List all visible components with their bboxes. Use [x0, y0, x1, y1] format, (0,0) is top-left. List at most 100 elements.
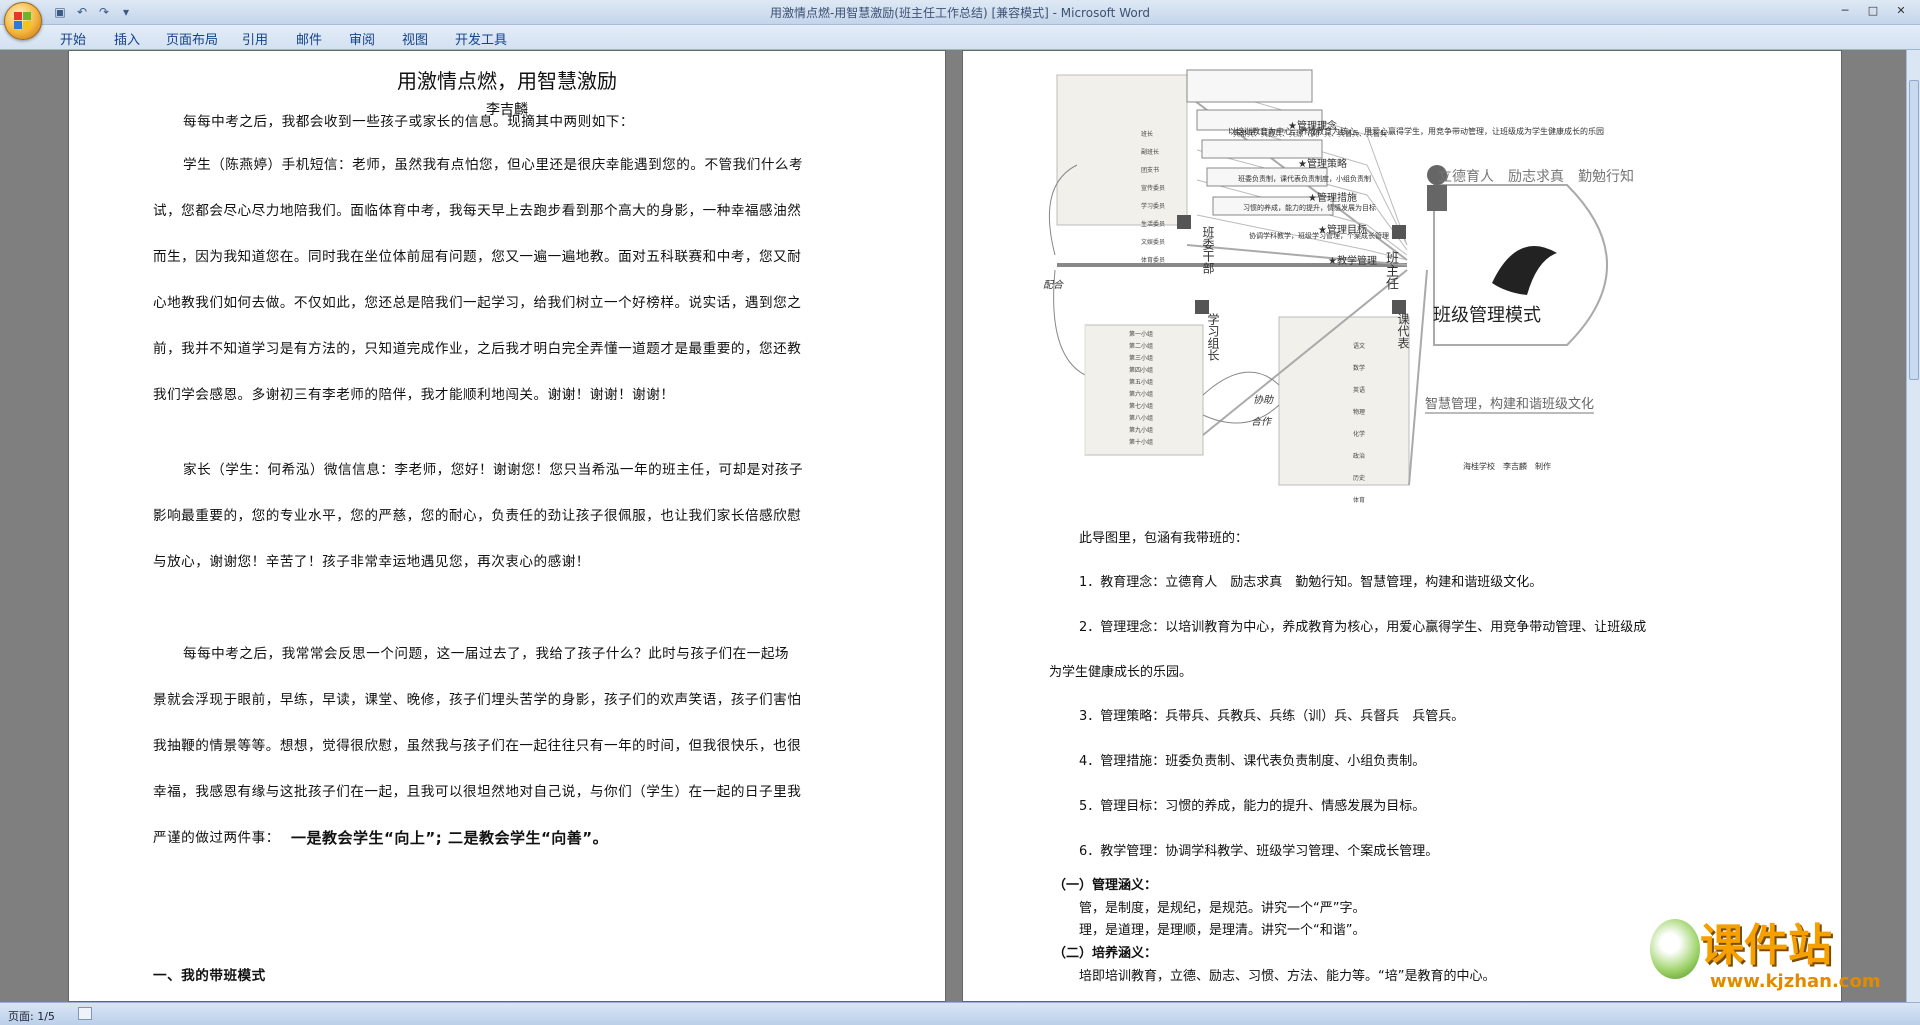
label-group-leaders: 学习组长 — [1206, 313, 1220, 361]
group-label: 第七小组 — [1129, 403, 1154, 410]
tab-insert[interactable]: 插入 — [114, 29, 140, 48]
page-indicator[interactable]: 页面: 1/5 — [8, 1008, 55, 1024]
paragraph-line: 3．管理策略：兵带兵、兵教兵、兵练（训）兵、兵督兵 兵管兵。 — [1079, 709, 1465, 724]
cadre-label: 副班长 — [1141, 149, 1160, 156]
watermark-brand: 课件站 — [1700, 920, 1832, 971]
paragraph-line: 培即培训教育，立德、励志、习惯、方法、能力等。“培”是教育的中心。 — [1079, 969, 1496, 984]
link-label: 协助 — [1253, 395, 1273, 406]
paragraph-line: 与放心，谢谢您！辛苦了！孩子非常幸运地遇见您，再次衷心的感谢！ — [153, 554, 590, 570]
subject-label: 化学 — [1353, 431, 1366, 438]
label-cadres: 班委干部 — [1201, 226, 1215, 274]
subject-label: 物理 — [1353, 409, 1366, 416]
paragraph-line: 管，是制度，是规纪，是规范。讲究一个“严”字。 — [1079, 901, 1366, 916]
document-page-right[interactable]: 以培训教育为中心，养成教育为核心，用爱心赢得学生，用竞争带动管理，让班级成为学生… — [962, 50, 1842, 1002]
credit-text: 海桂学校 李吉麟 制作 — [1463, 462, 1551, 471]
subject-label: 语文 — [1353, 343, 1366, 350]
paragraph-line: 景就会浮现于眼前，早练，早读，课堂、晚修，孩子们埋头苦学的身影，孩子们的欢声笑语… — [153, 692, 802, 708]
measures-note: 班委负责制，课代表负责制度，小组负责制 — [1238, 175, 1371, 183]
paragraph-line: 学生（陈燕婷）手机短信：老师，虽然我有点怕您，但心里还是很庆幸能遇到您的。不管我… — [183, 157, 804, 173]
branch-label: ★管理策略 — [1298, 159, 1347, 170]
vertical-scrollbar[interactable] — [1906, 50, 1920, 1002]
paragraph-line: 家长（学生：何希泓）微信信息：李老师，您好！谢谢您！您只当希泓一年的班主任，可却… — [183, 462, 804, 478]
label-head-teacher: 班主任 — [1383, 251, 1398, 290]
paragraph-line: 我抽鞭的情景等等。想想，觉得很欣慰，虽然我与孩子们在一起往往只有一年的时间，但我… — [153, 738, 802, 754]
status-bar: 页面: 1/5 — [0, 1002, 1920, 1025]
group-label: 第八小组 — [1129, 415, 1154, 422]
tab-mailings[interactable]: 邮件 — [296, 29, 322, 48]
paragraph-line: 前，我并不知道学习是有方法的，只知道完成作业，之后我才明白完全弄懂一道题才是最重… — [153, 341, 802, 357]
proofing-icon[interactable] — [78, 1007, 92, 1020]
watermark-url: www.kjzhan.com — [1710, 971, 1881, 992]
section-heading: （二）培养涵义： — [1053, 946, 1158, 961]
group-label: 第六小组 — [1129, 391, 1154, 398]
paragraph-line: 每每中考之后，我都会收到一些孩子或家长的信息。现摘其中两则如下： — [183, 114, 634, 130]
tab-home[interactable]: 开始 — [60, 29, 86, 48]
tab-page-layout[interactable]: 页面布局 — [166, 29, 218, 48]
branch-label: ★管理措施 — [1308, 193, 1357, 204]
tab-developer[interactable]: 开发工具 — [455, 29, 507, 48]
ribbon-tabs: 开始 插入 页面布局 引用 邮件 审阅 视图 开发工具 — [0, 25, 1920, 50]
motto-text: 立德育人 励志求真 勤勉行知 — [1438, 169, 1634, 185]
cadre-label: 团支书 — [1141, 167, 1160, 174]
scroll-thumb[interactable] — [1909, 80, 1919, 380]
office-logo-icon — [14, 12, 32, 30]
group-label: 第五小组 — [1129, 379, 1154, 386]
cadre-label: 生活委员 — [1141, 221, 1166, 228]
group-label: 第三小组 — [1129, 355, 1154, 362]
paragraph-line: 影响最重要的，您的专业水平，您的严慈，您的耐心，负责任的劲让孩子很佩服，也让我们… — [153, 508, 802, 524]
paragraph-line: 5．管理目标：习惯的养成，能力的提升、情感发展为目标。 — [1079, 799, 1426, 814]
window-controls: ─ □ ✕ — [1832, 2, 1914, 20]
section-heading: （一）管理涵义： — [1053, 878, 1158, 893]
paragraph-line: 4．管理措施：班委负责制、课代表负责制度、小组负责制。 — [1079, 754, 1426, 769]
strategy-note: 兵带兵、兵教兵、兵练（训）兵、兵督兵、兵管兵 — [1233, 130, 1387, 138]
paragraph-line: 试，您都会尽心尽力地陪我们。面临体育中考，我每天早上去跑步看到那个高大的身影，一… — [153, 203, 802, 219]
cadre-label: 学习委员 — [1141, 203, 1166, 210]
branch-label: ★教学管理 — [1328, 256, 1377, 267]
paragraph-line: 理，是道理，是理顺，是理清。讲究一个“和谐”。 — [1079, 923, 1366, 938]
document-title: 用激情点燃，用智慧激励 — [397, 69, 617, 93]
group-label: 第一小组 — [1129, 331, 1154, 338]
group-label: 第十小组 — [1129, 439, 1154, 446]
teaching-note: 协调学科教学，班级学习管理，个案成长管理 — [1249, 232, 1389, 240]
title-bar: ▣ ↶ ↷ ▾ 用激情点燃-用智慧激励(班主任工作总结) [兼容模式] - Mi… — [0, 0, 1920, 40]
tab-view[interactable]: 视图 — [402, 29, 428, 48]
group-label: 第二小组 — [1129, 343, 1154, 350]
link-label: 配合 — [1043, 280, 1063, 291]
paragraph-line: 为学生健康成长的乐园。 — [1049, 665, 1193, 680]
paragraph-line: 6．教学管理：协调学科教学、班级学习管理、个案成长管理。 — [1079, 844, 1439, 859]
paragraph-line: 1．教育理念：立德育人 励志求真 勤勉行知。智慧管理，构建和谐班级文化。 — [1079, 575, 1543, 590]
group-label: 第四小组 — [1129, 367, 1154, 374]
paragraph-line: 心地教我们如何去做。不仅如此，您还总是陪我们一起学习，给我们树立一个好榜样。说实… — [153, 295, 802, 311]
goals-note: 习惯的养成，能力的提升，情感发展为目标 — [1243, 204, 1376, 212]
document-page-left[interactable]: 用激情点燃，用智慧激励 李吉麟 每每中考之后，我都会收到一些孩子或家长的信息。现… — [68, 50, 946, 1002]
paragraph-line: 此导图里，包涵有我带班的： — [1079, 531, 1249, 546]
link-label: 合作 — [1251, 417, 1271, 428]
paragraph-line: 而生，因为我知道您在。同时我在坐位体前屈有问题，您又一遍一遍地教。面对五科联赛和… — [153, 249, 802, 265]
maximize-icon[interactable]: □ — [1860, 2, 1886, 20]
subject-label: 数学 — [1353, 365, 1366, 372]
watermark-logo-icon — [1650, 919, 1700, 979]
subject-label: 英语 — [1353, 387, 1366, 394]
close-icon[interactable]: ✕ — [1888, 2, 1914, 20]
paragraph-line: 每每中考之后，我常常会反思一个问题，这一届过去了，我给了孩子什么？此时与孩子们在… — [183, 646, 790, 662]
tab-references[interactable]: 引用 — [242, 29, 268, 48]
section-heading: 一、我的带班模式 — [153, 968, 266, 984]
cadre-label: 体育委员 — [1141, 257, 1166, 264]
window-title: 用激情点燃-用智慧激励(班主任工作总结) [兼容模式] - Microsoft … — [769, 6, 1151, 20]
subject-label: 政治 — [1353, 453, 1366, 460]
cadre-label: 班长 — [1141, 131, 1154, 138]
minimize-icon[interactable]: ─ — [1832, 2, 1858, 20]
group-label: 第九小组 — [1129, 427, 1154, 434]
label-reps: 课代表 — [1396, 313, 1410, 349]
center-title: 班级管理模式 — [1433, 305, 1541, 326]
paragraph-line: 严谨的做过两件事： — [153, 830, 280, 846]
tab-review[interactable]: 审阅 — [349, 29, 375, 48]
cadre-label: 文娱委员 — [1141, 239, 1166, 246]
office-button[interactable] — [4, 2, 42, 40]
cadre-label: 宣传委员 — [1141, 185, 1166, 192]
emphasis-line: 一是教会学生“向上”; 二是教会学生“向善”。 — [291, 829, 609, 847]
paragraph-line: 2．管理理念：以培训教育为中心，养成教育为核心，用爱心赢得学生、用竞争带动管理、… — [1079, 620, 1647, 635]
subject-label: 体育 — [1353, 497, 1366, 504]
paragraph-line: 我们学会感恩。多谢初三有李老师的陪伴，我才能顺利地闯关。谢谢！谢谢！谢谢！ — [153, 387, 675, 403]
paragraph-line: 幸福，我感恩有缘与这批孩子们在一起，且我可以很坦然地对自己说，与你们（学生）在一… — [153, 784, 802, 800]
